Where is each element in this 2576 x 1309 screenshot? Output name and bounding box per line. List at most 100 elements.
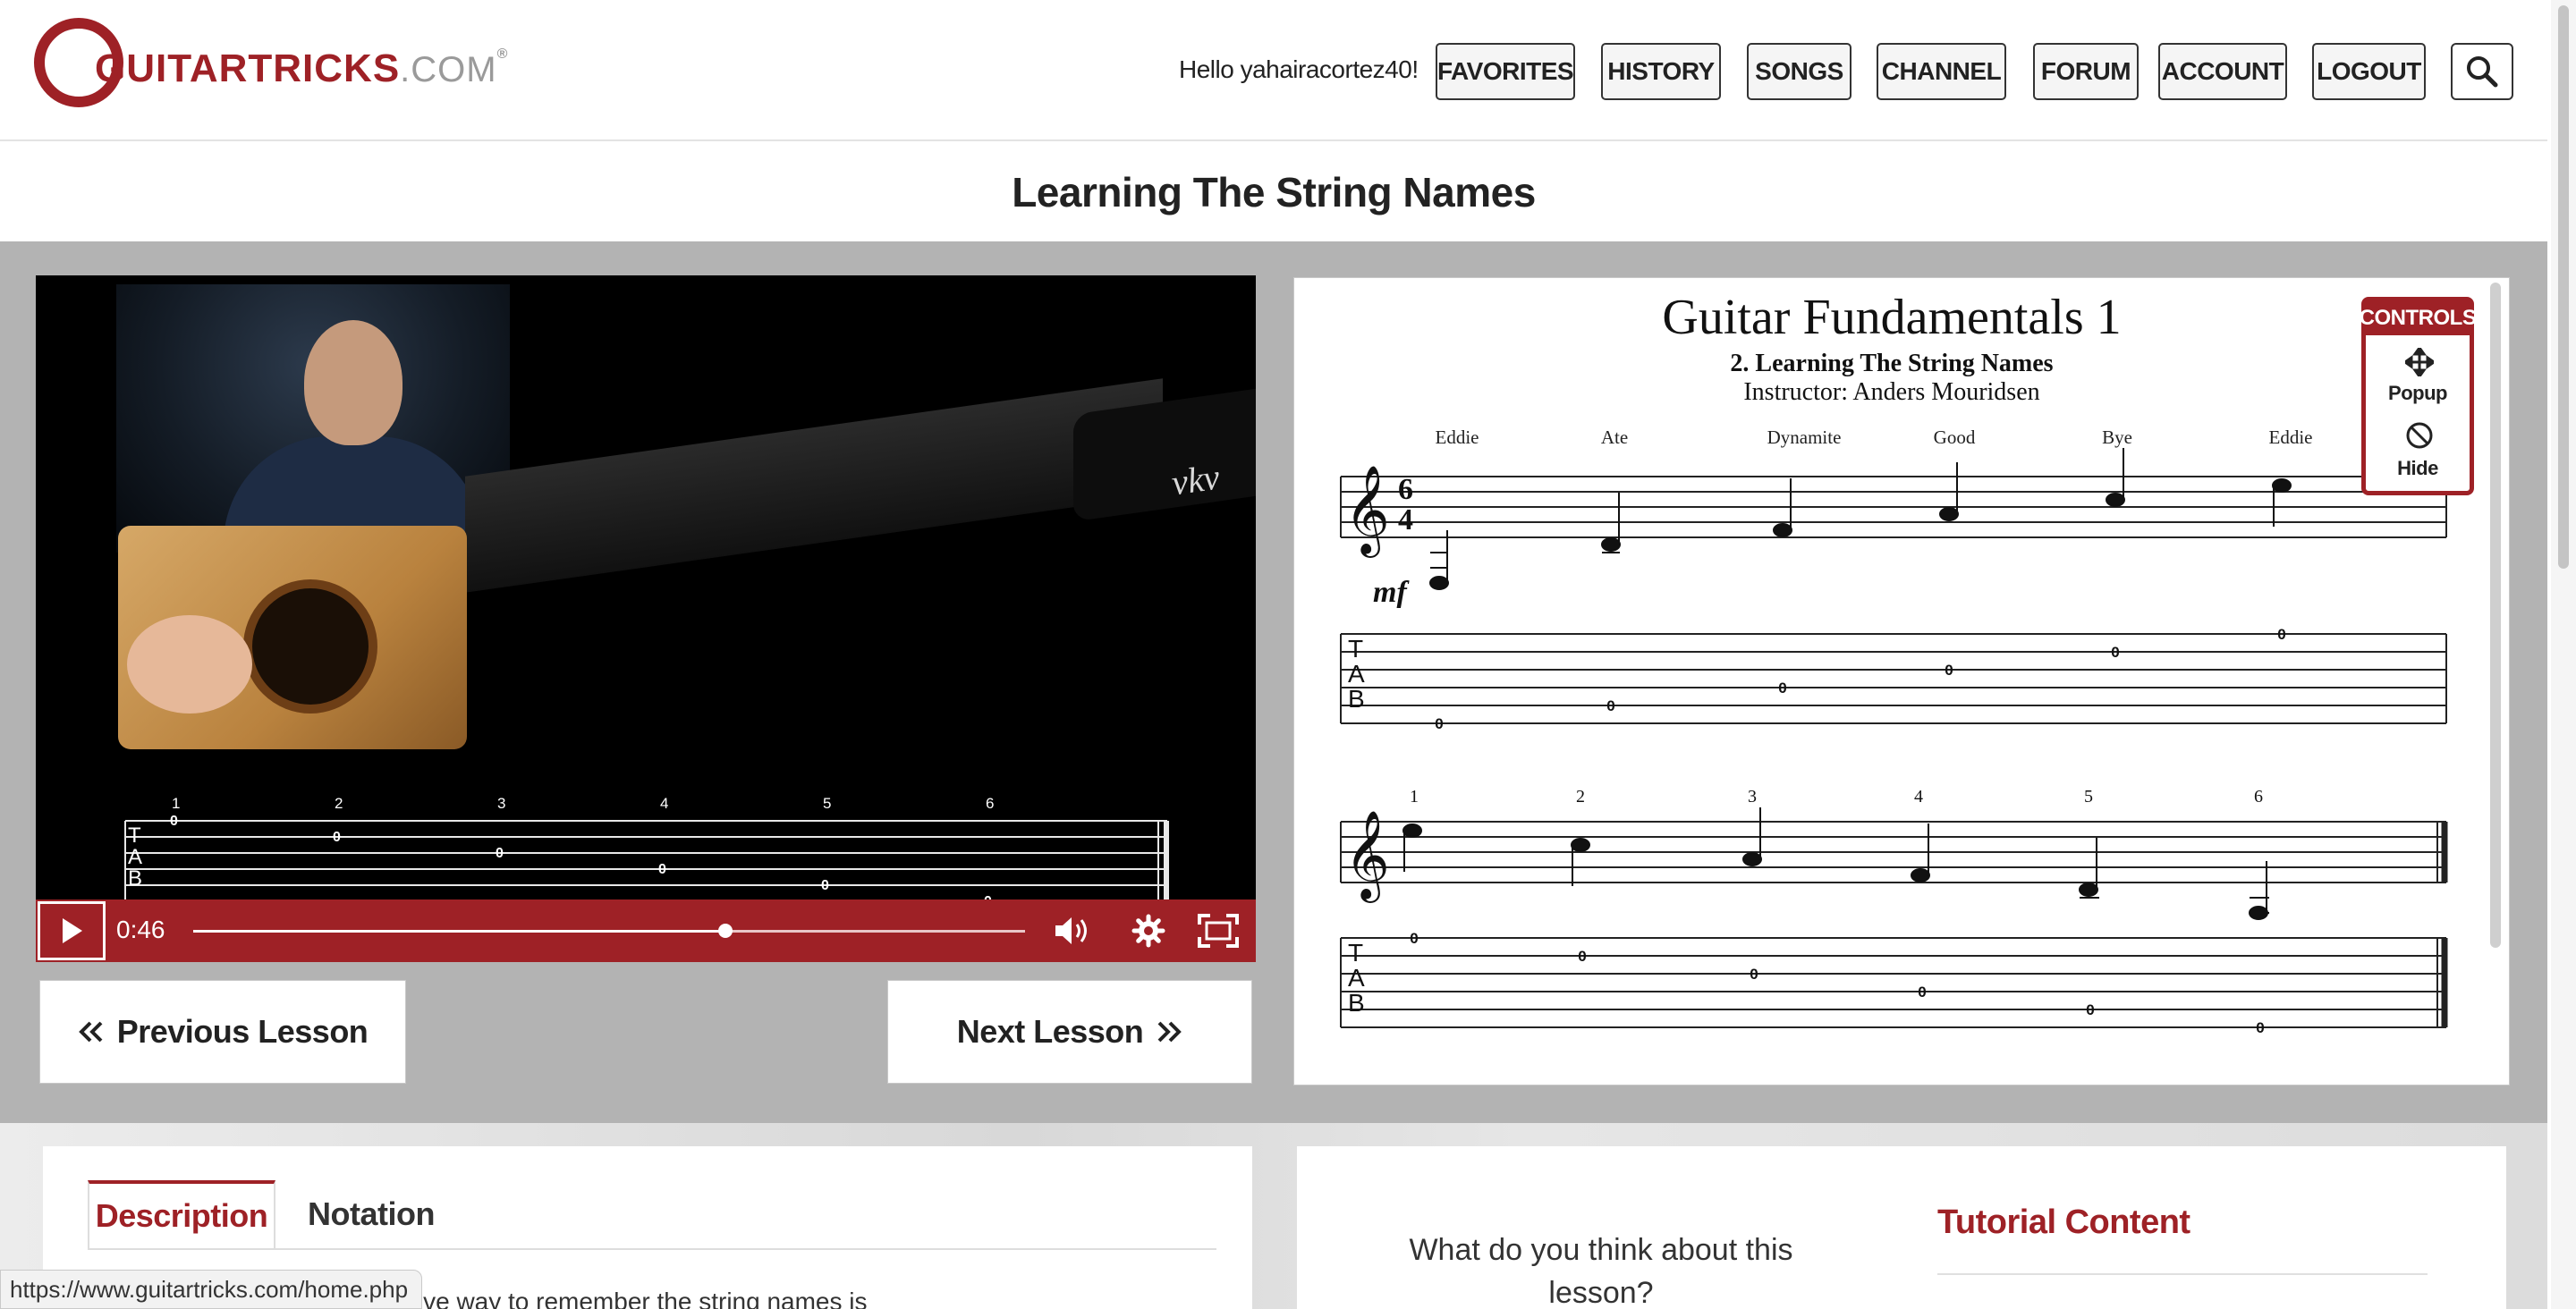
video-tab-fret: 0 [333, 830, 341, 845]
dynamic-marking: mf [1373, 576, 1410, 609]
tab-description[interactable]: Description [88, 1180, 275, 1248]
notation-controls: CONTROLS Popup Hide [2360, 297, 2477, 495]
video-tab-fret: 0 [658, 862, 666, 877]
lyric: Ate [1601, 426, 1628, 448]
double-chevron-right-icon [1157, 1021, 1182, 1043]
logo-registered: ® [496, 46, 509, 62]
video-tab-letter: T [128, 823, 141, 848]
controls-title: CONTROLS [2360, 301, 2477, 335]
logo-text: GUITARTRICKS [95, 46, 401, 90]
fullscreen-button[interactable] [1197, 910, 1240, 951]
lyric: Eddie [1436, 426, 1479, 448]
tab-fret: 0 [2277, 626, 2285, 643]
video-tab-letter: A [128, 845, 142, 869]
search-button[interactable] [2451, 43, 2513, 100]
status-bar-url: https://www.guitartricks.com/home.php [0, 1270, 422, 1309]
video-tab-number: 3 [497, 795, 505, 812]
video-tab-number: 2 [335, 795, 343, 812]
nav-forum-button[interactable]: FORUM [2033, 43, 2139, 100]
measure-number: 6 [2254, 787, 2263, 807]
nav-favorites-button[interactable]: FAVORITES [1436, 43, 1575, 100]
lyric: Good [1934, 426, 1976, 448]
nav-history-button[interactable]: HISTORY [1601, 43, 1721, 100]
video-tab-number: 1 [172, 795, 180, 812]
lyric: Bye [2102, 426, 2132, 448]
tab-letter: B [1348, 989, 1365, 1017]
guitar-brand-logo: vkv [1169, 456, 1223, 503]
tab-fret: 0 [1918, 984, 1926, 1001]
tab-fret: 0 [2256, 1019, 2264, 1036]
tutorial-content-title: Tutorial Content [1937, 1203, 2190, 1241]
settings-button[interactable] [1127, 910, 1170, 951]
tab-fret: 0 [2086, 1001, 2094, 1018]
tab-letter: A [1348, 660, 1365, 688]
previous-lesson-label: Previous Lesson [116, 1013, 369, 1050]
tutorial-divider [1937, 1273, 2428, 1275]
hide-control[interactable]: Hide [2366, 457, 2470, 480]
nav-logout-button[interactable]: LOGOUT [2312, 43, 2426, 100]
volume-button[interactable] [1052, 910, 1095, 951]
video-tab-overlay: 1 2 3 4 5 6 T A B 0 0 0 0 0 0 [124, 795, 1169, 909]
measure-number: 5 [2084, 787, 2093, 807]
measure-number: 3 [1748, 787, 1757, 807]
video-player[interactable]: vkv 1 2 3 4 5 6 T A B 0 0 0 0 0 [36, 275, 1256, 962]
notation-title: Guitar Fundamentals 1 [1662, 290, 2121, 345]
hide-circle-slash-icon[interactable] [2405, 421, 2434, 450]
rating-question: What do you think about this lesson? [1409, 1233, 1793, 1309]
video-tab-number: 6 [986, 795, 994, 812]
video-tab-fret: 0 [170, 814, 178, 829]
video-tab-fret: 0 [496, 846, 504, 861]
measure-number: 4 [1914, 787, 1923, 807]
tab-fret: 0 [1606, 697, 1614, 714]
lyric: Eddie [2269, 426, 2313, 448]
video-progress-bar[interactable] [193, 924, 1025, 938]
nav-songs-button[interactable]: SONGS [1747, 43, 1852, 100]
next-lesson-label: Next Lesson [956, 1013, 1144, 1050]
tab-fret: 0 [1410, 930, 1418, 947]
play-icon [63, 918, 82, 943]
video-progress-fill [193, 930, 726, 933]
video-time: 0:46 [116, 916, 165, 943]
notation-subtitle: 2. Learning The String Names [1730, 350, 2053, 377]
nav-account-button[interactable]: ACCOUNT [2158, 43, 2287, 100]
double-chevron-left-icon [78, 1021, 103, 1043]
time-signature: 4 [1398, 503, 1413, 536]
tab-letter: T [1348, 939, 1363, 967]
treble-clef-icon: 𝄞 [1344, 810, 1390, 903]
site-header: GUITARTRICKS.COM® Hello yahairacortez40!… [0, 0, 2547, 141]
notation-scrollbar[interactable] [2490, 283, 2501, 948]
guitartricks-logo[interactable]: GUITARTRICKS.COM® [34, 18, 507, 107]
tab-fret: 0 [1778, 680, 1786, 697]
play-button[interactable] [38, 901, 106, 960]
measure-number: 2 [1576, 787, 1585, 807]
guitar-body-inset [118, 526, 467, 749]
tab-fret: 0 [1945, 662, 1953, 679]
video-tab-fret: 0 [821, 878, 829, 893]
title-bar: Learning The String Names [0, 143, 2547, 241]
video-tab-number: 4 [660, 795, 668, 812]
nav-channel-button[interactable]: CHANNEL [1877, 43, 2006, 100]
page-scrollbar-thumb[interactable] [2558, 5, 2569, 569]
video-progress-handle[interactable] [718, 924, 733, 938]
tab-letter: T [1348, 635, 1363, 663]
tab-fret: 0 [1750, 966, 1758, 983]
tab-fret: 0 [2111, 644, 2119, 661]
notation-panel[interactable]: Guitar Fundamentals 1 2. Learning The St… [1293, 277, 2510, 1085]
previous-lesson-button[interactable]: Previous Lesson [39, 980, 406, 1084]
tab-notation[interactable]: Notation [295, 1180, 447, 1248]
search-icon [2467, 56, 2498, 88]
tab-fret: 0 [1578, 948, 1586, 965]
next-lesson-button[interactable]: Next Lesson [887, 980, 1252, 1084]
tab-letter: A [1348, 964, 1365, 992]
video-tab-number: 5 [823, 795, 831, 812]
sheet-music: Guitar Fundamentals 1 2. Learning The St… [1340, 290, 2448, 1036]
notation-instructor: Instructor: Anders Mouridsen [1743, 378, 2039, 406]
popup-control[interactable]: Popup [2366, 382, 2470, 405]
user-greeting: Hello yahairacortez40! [1179, 55, 1419, 83]
move-arrows-icon[interactable] [2405, 348, 2434, 376]
tab-letter: B [1348, 685, 1365, 713]
video-tab-letter: B [128, 866, 142, 891]
instructor-video-frame [116, 284, 510, 553]
measure-number: 1 [1410, 787, 1419, 807]
tab-fret: 0 [1435, 715, 1443, 732]
